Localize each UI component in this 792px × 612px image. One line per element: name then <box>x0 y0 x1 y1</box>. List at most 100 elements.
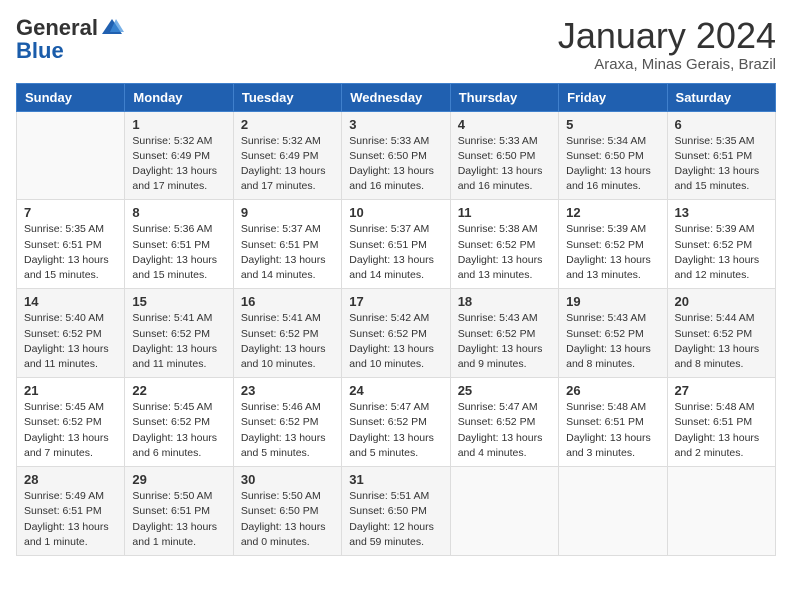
table-row: 1Sunrise: 5:32 AM Sunset: 6:49 PM Daylig… <box>125 111 233 200</box>
table-row: 8 Sunrise: 5:36 AM Sunset: 6:51 PM Daylig… <box>125 200 233 289</box>
day-number: 25 <box>458 383 551 398</box>
table-row: 26 Sunrise: 5:48 AM Sunset: 6:51 PM Dayli… <box>559 378 667 467</box>
table-row <box>559 467 667 556</box>
day-info: Sunrise: 5:42 AM Sunset: 6:52 PM Dayligh… <box>349 311 442 372</box>
day-info: Sunrise: 5:48 AM Sunset: 6:51 PM Dayligh… <box>675 400 768 461</box>
day-number: 2 <box>241 117 334 132</box>
day-number: 18 <box>458 294 551 309</box>
table-row <box>450 467 558 556</box>
table-row: 14Sunrise: 5:40 AM Sunset: 6:52 PM Dayli… <box>17 289 125 378</box>
table-row: 24 Sunrise: 5:47 AM Sunset: 6:52 PM Dayli… <box>342 378 450 467</box>
day-number: 26 <box>566 383 659 398</box>
table-row: 3 Sunrise: 5:33 AM Sunset: 6:50 PM Daylig… <box>342 111 450 200</box>
logo: General Blue <box>16 16 124 63</box>
table-row: 11 Sunrise: 5:38 AM Sunset: 6:52 PM Dayli… <box>450 200 558 289</box>
header-saturday: Saturday <box>667 83 775 111</box>
day-number: 4 <box>458 117 551 132</box>
day-info: Sunrise: 5:36 AM Sunset: 6:51 PM Dayligh… <box>132 222 225 283</box>
day-number: 29 <box>132 472 225 487</box>
day-info: Sunrise: 5:38 AM Sunset: 6:52 PM Dayligh… <box>458 222 551 283</box>
day-info: Sunrise: 5:37 AM Sunset: 6:51 PM Dayligh… <box>241 222 334 283</box>
table-row: 28Sunrise: 5:49 AM Sunset: 6:51 PM Dayli… <box>17 467 125 556</box>
day-info: Sunrise: 5:45 AM Sunset: 6:52 PM Dayligh… <box>132 400 225 461</box>
day-number: 24 <box>349 383 442 398</box>
header-sunday: Sunday <box>17 83 125 111</box>
day-info: Sunrise: 5:44 AM Sunset: 6:52 PM Dayligh… <box>675 311 768 372</box>
day-info: Sunrise: 5:35 AM Sunset: 6:51 PM Dayligh… <box>675 134 768 195</box>
table-row: 9 Sunrise: 5:37 AM Sunset: 6:51 PM Daylig… <box>233 200 341 289</box>
calendar-week-2: 7 Sunrise: 5:35 AM Sunset: 6:51 PM Daylig… <box>17 200 776 289</box>
day-info: Sunrise: 5:47 AM Sunset: 6:52 PM Dayligh… <box>458 400 551 461</box>
table-row: 6 Sunrise: 5:35 AM Sunset: 6:51 PM Daylig… <box>667 111 775 200</box>
logo-blue: Blue <box>16 38 64 63</box>
table-row: 30 Sunrise: 5:50 AM Sunset: 6:50 PM Dayli… <box>233 467 341 556</box>
title-area: January 2024 Araxa, Minas Gerais, Brazil <box>558 16 776 73</box>
table-row <box>667 467 775 556</box>
table-row: 2 Sunrise: 5:32 AM Sunset: 6:49 PM Daylig… <box>233 111 341 200</box>
header-monday: Monday <box>125 83 233 111</box>
logo-icon <box>100 16 124 40</box>
table-row: 10 Sunrise: 5:37 AM Sunset: 6:51 PM Dayli… <box>342 200 450 289</box>
header-thursday: Thursday <box>450 83 558 111</box>
day-number: 14 <box>24 294 117 309</box>
day-number: 7 <box>24 205 117 220</box>
day-info: Sunrise: 5:47 AM Sunset: 6:52 PM Dayligh… <box>349 400 442 461</box>
day-info: Sunrise: 5:50 AM Sunset: 6:51 PM Dayligh… <box>132 489 225 550</box>
day-number: 20 <box>675 294 768 309</box>
calendar-week-4: 21Sunrise: 5:45 AM Sunset: 6:52 PM Dayli… <box>17 378 776 467</box>
table-row: 27Sunrise: 5:48 AM Sunset: 6:51 PM Dayli… <box>667 378 775 467</box>
table-row: 5 Sunrise: 5:34 AM Sunset: 6:50 PM Daylig… <box>559 111 667 200</box>
calendar-week-1: 1 Sunrise: 5:32 AM Sunset: 6:49 PM Daylig… <box>17 111 776 200</box>
day-info: Sunrise: 5:39 AM Sunset: 6:52 PM Dayligh… <box>566 222 659 283</box>
day-number: 15 <box>132 294 225 309</box>
day-info: Sunrise: 5:50 AM Sunset: 6:50 PM Dayligh… <box>241 489 334 550</box>
day-number: 10 <box>349 205 442 220</box>
day-number: 11 <box>458 205 551 220</box>
day-number: 12 <box>566 205 659 220</box>
day-number: 23 <box>241 383 334 398</box>
logo-general: General <box>16 17 98 39</box>
day-number: 30 <box>241 472 334 487</box>
table-row: 16 Sunrise: 5:41 AM Sunset: 6:52 PM Dayli… <box>233 289 341 378</box>
header-friday: Friday <box>559 83 667 111</box>
table-row: 13Sunrise: 5:39 AM Sunset: 6:52 PM Dayli… <box>667 200 775 289</box>
day-info: Sunrise: 5:45 AM Sunset: 6:52 PM Dayligh… <box>24 400 117 461</box>
table-row: 25 Sunrise: 5:47 AM Sunset: 6:52 PM Dayli… <box>450 378 558 467</box>
day-info: Sunrise: 5:34 AM Sunset: 6:50 PM Dayligh… <box>566 134 659 195</box>
day-number: 22 <box>132 383 225 398</box>
day-number: 5 <box>566 117 659 132</box>
day-info: Sunrise: 5:43 AM Sunset: 6:52 PM Dayligh… <box>458 311 551 372</box>
day-number: 1 <box>132 117 225 132</box>
table-row: 4Sunrise: 5:33 AM Sunset: 6:50 PM Daylig… <box>450 111 558 200</box>
day-number: 3 <box>349 117 442 132</box>
weekday-header-row: Sunday Monday Tuesday Wednesday Thursday… <box>17 83 776 111</box>
day-number: 19 <box>566 294 659 309</box>
table-row: 21Sunrise: 5:45 AM Sunset: 6:52 PM Dayli… <box>17 378 125 467</box>
day-info: Sunrise: 5:35 AM Sunset: 6:51 PM Dayligh… <box>24 222 117 283</box>
table-row: 31Sunrise: 5:51 AM Sunset: 6:50 PM Dayli… <box>342 467 450 556</box>
table-row: 17 Sunrise: 5:42 AM Sunset: 6:52 PM Dayli… <box>342 289 450 378</box>
table-row: 20 Sunrise: 5:44 AM Sunset: 6:52 PM Dayli… <box>667 289 775 378</box>
day-number: 17 <box>349 294 442 309</box>
day-number: 13 <box>675 205 768 220</box>
day-number: 6 <box>675 117 768 132</box>
calendar-subtitle: Araxa, Minas Gerais, Brazil <box>558 56 776 73</box>
day-info: Sunrise: 5:46 AM Sunset: 6:52 PM Dayligh… <box>241 400 334 461</box>
day-info: Sunrise: 5:41 AM Sunset: 6:52 PM Dayligh… <box>132 311 225 372</box>
header-wednesday: Wednesday <box>342 83 450 111</box>
day-info: Sunrise: 5:32 AM Sunset: 6:49 PM Dayligh… <box>241 134 334 195</box>
header-tuesday: Tuesday <box>233 83 341 111</box>
day-number: 9 <box>241 205 334 220</box>
day-number: 8 <box>132 205 225 220</box>
table-row: 18 Sunrise: 5:43 AM Sunset: 6:52 PM Dayli… <box>450 289 558 378</box>
table-row: 23 Sunrise: 5:46 AM Sunset: 6:52 PM Dayli… <box>233 378 341 467</box>
calendar-title: January 2024 <box>558 16 776 56</box>
day-number: 16 <box>241 294 334 309</box>
day-info: Sunrise: 5:48 AM Sunset: 6:51 PM Dayligh… <box>566 400 659 461</box>
day-info: Sunrise: 5:43 AM Sunset: 6:52 PM Dayligh… <box>566 311 659 372</box>
day-info: Sunrise: 5:37 AM Sunset: 6:51 PM Dayligh… <box>349 222 442 283</box>
table-row: 29 Sunrise: 5:50 AM Sunset: 6:51 PM Dayli… <box>125 467 233 556</box>
table-row <box>17 111 125 200</box>
day-info: Sunrise: 5:33 AM Sunset: 6:50 PM Dayligh… <box>349 134 442 195</box>
day-info: Sunrise: 5:41 AM Sunset: 6:52 PM Dayligh… <box>241 311 334 372</box>
